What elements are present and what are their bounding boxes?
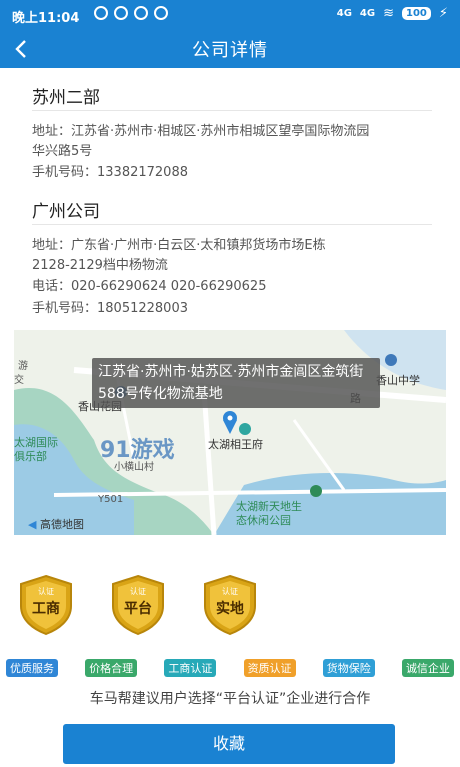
map-address-tooltip: 江苏省·苏州市·姑苏区·苏州市金阊区金筑街588号传化物流基地 (92, 358, 380, 408)
map-label: 香山中学 (376, 374, 420, 387)
divider (32, 110, 432, 111)
map-label: 交 (14, 375, 24, 386)
branch-mobile[interactable]: 手机号码：18051228003 (32, 298, 452, 319)
branch-address: 地址：江苏省·苏州市·相城区·苏州市相城区望亭国际物流园 (32, 124, 370, 139)
tag-quality-service: 优质服务 (6, 659, 58, 677)
notification-icon (94, 6, 108, 20)
tag-credible-company: 诚信企业 (401, 659, 454, 677)
amap-logo: ◀ 高德地图 (28, 518, 84, 531)
alarm-icon (114, 6, 128, 20)
cert-badge-platform: 认证 平台 (107, 574, 169, 636)
wifi-icon: ≋ (383, 6, 394, 21)
header-bar: 公司详情 (0, 30, 460, 68)
status-time: 晚上11:04 (12, 11, 80, 26)
branch-address-cont: 2128-2129档中杨物流 (32, 258, 168, 273)
badge-label-top: 认证 (130, 587, 146, 596)
map-label: 俱乐部 (14, 450, 47, 463)
branch-phone[interactable]: 电话：020-66290624 020-66290625 (32, 276, 452, 297)
battery-icon: 100 (401, 7, 431, 20)
cert-badge-onsite: 认证 实地 (199, 574, 261, 636)
status-bar: 晚上11:04 4G 4G ≋ 100 ⚡ (0, 0, 460, 30)
location-map[interactable]: 游 交 香山花园 香山中学 太湖国际 俱乐部 小横山村 太湖相王府 Y501 太… (14, 330, 446, 535)
status-right: 4G 4G ≋ 100 ⚡ (337, 6, 448, 21)
badge-label: 工商 (32, 601, 60, 617)
badge-label-top: 认证 (38, 587, 54, 596)
badge-label: 实地 (216, 601, 244, 617)
branch-mobile[interactable]: 手机号码：13382172088 (32, 162, 452, 183)
branch-name: 苏州二部 (32, 88, 100, 108)
status-notification-icons (94, 6, 168, 20)
tag-fair-price: 价格合理 (85, 659, 138, 677)
service-tags: 优质服务 价格合理 工商认证 资质认证 货物保险 诚信企业 (6, 659, 454, 677)
cert-badge-business: 认证 工商 (15, 574, 77, 636)
tag-business-cert: 工商认证 (164, 659, 217, 677)
badge-label: 平台 (124, 601, 152, 617)
tag-cargo-insurance: 货物保险 (322, 659, 375, 677)
app-icon (134, 6, 148, 20)
page-title: 公司详情 (192, 40, 268, 61)
tag-qualification-cert: 资质认证 (243, 659, 296, 677)
watermark-logo: 91游戏 (100, 438, 175, 463)
branch-address-cont: 华兴路5号 (32, 144, 93, 159)
map-label: 太湖相王府 (208, 438, 263, 451)
map-label: 游 (18, 361, 28, 372)
app-icon (154, 6, 168, 20)
collect-button[interactable]: 收藏 (63, 724, 395, 764)
map-label: Y501 (98, 494, 124, 505)
divider (32, 224, 432, 225)
signal-icon: 4G (359, 8, 376, 19)
platform-cert-notice: 车马帮建议用户选择“平台认证”企业进行合作 (89, 691, 371, 707)
branch-address: 地址：广东省·广州市·白云区·太和镇邦货场市场E栋 (32, 238, 326, 253)
branch-name: 广州公司 (32, 202, 100, 222)
amap-icon: ◀ (28, 518, 37, 531)
map-label: 态休闲公园 (236, 514, 291, 527)
badge-label-top: 认证 (222, 587, 238, 596)
charging-icon: ⚡ (438, 6, 448, 21)
signal-icon: 4G (336, 8, 352, 19)
